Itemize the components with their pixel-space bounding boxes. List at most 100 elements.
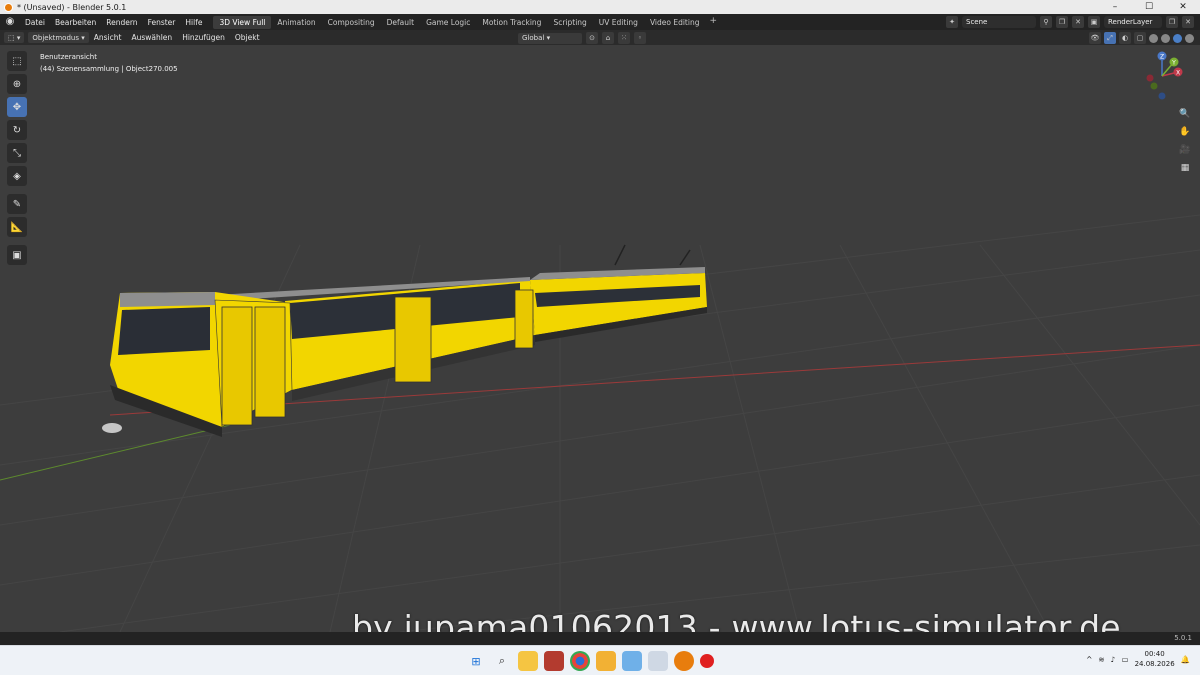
tab-motion-tracking[interactable]: Motion Tracking bbox=[476, 16, 547, 29]
xray-icon[interactable]: ▢ bbox=[1134, 32, 1146, 44]
tab-3d-view-full[interactable]: 3D View Full bbox=[213, 15, 272, 29]
add-cube-tool[interactable]: ▣ bbox=[7, 245, 27, 265]
wifi-icon[interactable]: ≋ bbox=[1098, 655, 1104, 664]
delete-scene-icon[interactable]: ✕ bbox=[1072, 16, 1084, 28]
scene-render bbox=[0, 214, 1200, 632]
clock[interactable]: 00:40 24.08.2026 bbox=[1135, 649, 1175, 669]
menu-ansicht[interactable]: Ansicht bbox=[89, 33, 127, 42]
orientation-dropdown[interactable]: Global ▾ bbox=[518, 32, 582, 44]
start-button[interactable]: ⊞ bbox=[466, 651, 486, 671]
render-layer-field[interactable]: RenderLayer bbox=[1104, 16, 1162, 28]
view-layer-icon[interactable]: ▣ bbox=[1088, 16, 1100, 28]
new-scene-icon[interactable]: ❐ bbox=[1056, 16, 1068, 28]
rotate-tool[interactable]: ↻ bbox=[7, 120, 27, 140]
material-shading-icon[interactable] bbox=[1173, 33, 1182, 43]
chevron-up-icon[interactable]: ^ bbox=[1086, 655, 1092, 664]
gizmo-neg-y-handle[interactable] bbox=[1150, 82, 1158, 90]
tab-default[interactable]: Default bbox=[381, 16, 420, 29]
menu-hilfe[interactable]: Hilfe bbox=[180, 18, 207, 27]
pivot-icon[interactable]: ⊙ bbox=[586, 32, 598, 44]
menu-fenster[interactable]: Fenster bbox=[143, 18, 181, 27]
new-layer-icon[interactable]: ❐ bbox=[1166, 16, 1178, 28]
move-tool[interactable]: ✥ bbox=[7, 97, 27, 117]
taskbar-app-monitor[interactable] bbox=[648, 651, 668, 671]
notification-icon[interactable]: 🔔 bbox=[1181, 655, 1190, 664]
window-titlebar: * (Unsaved) - Blender 5.0.1 – ☐ ✕ bbox=[0, 0, 1200, 14]
tab-video-editing[interactable]: Video Editing bbox=[644, 16, 706, 29]
close-button[interactable]: ✕ bbox=[1166, 0, 1200, 14]
volume-icon[interactable]: ♪ bbox=[1111, 655, 1116, 664]
battery-icon[interactable]: ▭ bbox=[1121, 655, 1128, 664]
gizmo-toggle-icon[interactable]: ⤢ bbox=[1104, 32, 1116, 44]
blender-logo-icon[interactable]: ◉ bbox=[4, 16, 16, 28]
ortho-toggle-button[interactable]: ▦ bbox=[1176, 159, 1194, 177]
3d-viewport[interactable]: Benutzeransicht (44) Szenensammlung | Ob… bbox=[0, 45, 1200, 632]
tab-animation[interactable]: Animation bbox=[271, 16, 321, 29]
taskbar-apps: ⊞ ⌕ bbox=[466, 651, 714, 671]
menu-objekt[interactable]: Objekt bbox=[230, 33, 265, 42]
select-box-tool[interactable]: ⬚ bbox=[7, 51, 27, 71]
tab-compositing[interactable]: Compositing bbox=[322, 16, 381, 29]
tab-scripting[interactable]: Scripting bbox=[547, 16, 592, 29]
transform-tool[interactable]: ◈ bbox=[7, 166, 27, 186]
maximize-button[interactable]: ☐ bbox=[1132, 0, 1166, 14]
tab-game-logic[interactable]: Game Logic bbox=[420, 16, 476, 29]
zoom-button[interactable]: 🔍 bbox=[1176, 105, 1194, 123]
editor-type-button[interactable]: ⬚ ▾ bbox=[4, 32, 25, 43]
rendered-shading-icon[interactable] bbox=[1185, 33, 1194, 43]
taskbar-app-folder[interactable] bbox=[596, 651, 616, 671]
taskbar-record[interactable] bbox=[700, 654, 714, 668]
mode-dropdown[interactable]: Objektmodus ▾ bbox=[28, 32, 89, 43]
zoom-icon: 🔍 bbox=[1179, 109, 1191, 119]
menu-hinzufuegen[interactable]: Hinzufügen bbox=[177, 33, 230, 42]
search-button[interactable]: ⌕ bbox=[492, 651, 512, 671]
small-object bbox=[102, 423, 122, 433]
overlays-icon[interactable]: ◐ bbox=[1119, 32, 1131, 44]
scene-icon[interactable]: ✦ bbox=[946, 16, 958, 28]
annotate-tool[interactable]: ✎ bbox=[7, 194, 27, 214]
view-name-label: Benutzeransicht bbox=[40, 53, 97, 61]
measure-tool[interactable]: 📐 bbox=[7, 217, 27, 237]
proportional-edit-icon[interactable]: ◦ bbox=[634, 32, 646, 44]
add-workspace-button[interactable]: + bbox=[705, 16, 721, 29]
menu-datei[interactable]: Datei bbox=[20, 18, 50, 27]
window-controls: – ☐ ✕ bbox=[1098, 0, 1200, 14]
cursor-tool[interactable]: ⊕ bbox=[7, 74, 27, 94]
snap-icon[interactable]: ⌂ bbox=[602, 32, 614, 44]
taskbar-blender[interactable] bbox=[674, 651, 694, 671]
gizmo-neg-x-handle[interactable] bbox=[1146, 74, 1154, 82]
wireframe-shading-icon[interactable] bbox=[1149, 33, 1158, 43]
scale-icon: ⤡ bbox=[13, 147, 21, 159]
taskbar-app-blue[interactable] bbox=[622, 651, 642, 671]
taskbar-chrome[interactable] bbox=[570, 651, 590, 671]
pin-icon[interactable]: ⚲ bbox=[1040, 16, 1052, 28]
camera-view-button[interactable]: 🎥 bbox=[1176, 141, 1194, 159]
clock-time: 00:40 bbox=[1144, 650, 1165, 658]
pan-button[interactable]: ✋ bbox=[1176, 123, 1194, 141]
viewport-header: ⬚ ▾ Objektmodus ▾ Ansicht Auswählen Hinz… bbox=[0, 30, 1200, 45]
menu-rendern[interactable]: Rendern bbox=[101, 18, 142, 27]
tab-uv-editing[interactable]: UV Editing bbox=[593, 16, 644, 29]
y-axis-line bbox=[0, 424, 231, 481]
scene-field[interactable]: Scene bbox=[962, 16, 1036, 28]
gizmo-neg-z-handle[interactable] bbox=[1158, 92, 1166, 100]
taskbar-app-red[interactable] bbox=[544, 651, 564, 671]
blender-topbar: ◉ Datei Bearbeiten Rendern Fenster Hilfe… bbox=[0, 14, 1200, 30]
menu-bearbeiten[interactable]: Bearbeiten bbox=[50, 18, 101, 27]
tool-shelf: ⬚ ⊕ ✥ ↻ ⤡ ◈ ✎ 📐 ▣ bbox=[7, 51, 29, 268]
windows-taskbar: ⊞ ⌕ ^ ≋ ♪ ▭ 00:40 24.08.2026 🔔 bbox=[0, 645, 1200, 675]
topbar-right: ✦ Scene ⚲ ❐ ✕ ▣ RenderLayer ❐ ✕ bbox=[946, 14, 1200, 30]
solid-shading-icon[interactable] bbox=[1161, 33, 1170, 43]
rotate-icon: ↻ bbox=[12, 124, 22, 136]
delete-layer-icon[interactable]: ✕ bbox=[1182, 16, 1194, 28]
snap-target-icon[interactable]: ⁙ bbox=[618, 32, 630, 44]
clock-date: 24.08.2026 bbox=[1134, 660, 1175, 668]
menu-auswaehlen[interactable]: Auswählen bbox=[126, 33, 177, 42]
navigation-gizmo[interactable]: Z Y X bbox=[1142, 50, 1190, 102]
taskbar-explorer[interactable] bbox=[518, 651, 538, 671]
cursor-icon: ⊕ bbox=[12, 78, 22, 90]
tram-door bbox=[394, 296, 432, 383]
visibility-icon[interactable]: 👁 bbox=[1089, 32, 1101, 44]
minimize-button[interactable]: – bbox=[1098, 0, 1132, 14]
scale-tool[interactable]: ⤡ bbox=[7, 143, 27, 163]
